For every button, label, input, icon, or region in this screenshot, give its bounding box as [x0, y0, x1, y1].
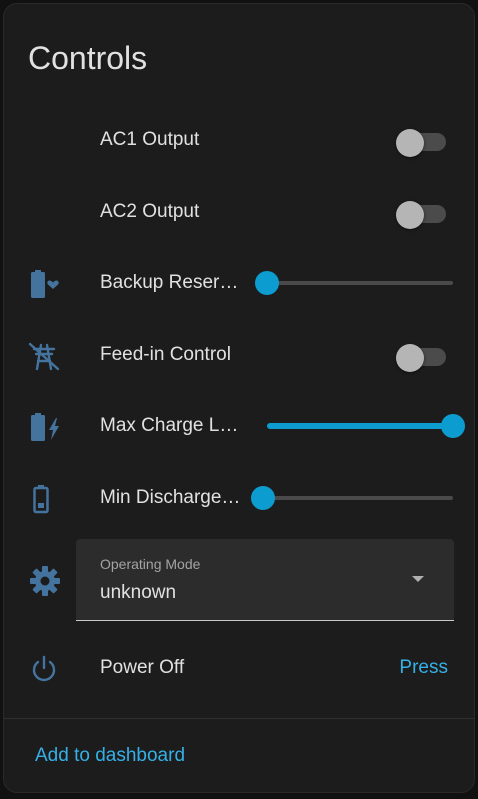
row-min-discharge-limit: Min Discharge…	[4, 474, 474, 522]
battery-heart-icon	[26, 269, 62, 299]
ac2-output-toggle[interactable]	[396, 201, 450, 229]
footer-divider	[4, 718, 474, 719]
backup-reserve-label: Backup Reser…	[100, 272, 239, 293]
row-backup-reserve: Backup Reser…	[4, 259, 474, 307]
ac1-output-label: AC1 Output	[100, 129, 200, 150]
gear-icon	[28, 564, 62, 598]
max-charge-limit-label: Max Charge L…	[100, 415, 239, 436]
ac1-output-toggle[interactable]	[396, 129, 450, 157]
row-power-off: Power Off Press	[4, 644, 474, 692]
power-off-label: Power Off	[100, 657, 185, 678]
transmission-tower-off-icon	[26, 341, 62, 371]
backup-reserve-slider[interactable]	[255, 271, 453, 295]
ac2-output-label: AC2 Output	[100, 201, 200, 222]
row-feed-in-control: Feed-in Control	[4, 331, 474, 379]
row-ac2-output: AC2 Output	[4, 188, 474, 236]
row-max-charge-limit: Max Charge L…	[4, 402, 474, 450]
feed-in-control-label: Feed-in Control	[100, 344, 231, 365]
max-charge-limit-slider-handle[interactable]	[441, 414, 465, 438]
min-discharge-limit-label: Min Discharge…	[100, 487, 241, 508]
min-discharge-limit-slider-handle[interactable]	[251, 486, 275, 510]
feed-in-control-toggle[interactable]	[396, 344, 450, 372]
battery-charging-icon	[26, 412, 62, 442]
battery-outline-icon	[26, 484, 62, 514]
power-off-press-button[interactable]: Press	[399, 657, 448, 679]
power-icon	[26, 654, 62, 684]
chevron-down-icon	[412, 576, 424, 582]
operating-mode-value: unknown	[100, 582, 177, 603]
max-charge-limit-slider[interactable]	[267, 414, 465, 438]
add-to-dashboard-button[interactable]: Add to dashboard	[35, 745, 185, 767]
card-title: Controls	[28, 40, 148, 76]
min-discharge-limit-slider[interactable]	[251, 486, 453, 510]
controls-card: Controls AC1 Output AC2 Output Backup Re…	[3, 3, 475, 793]
operating-mode-label: Operating Mode	[100, 556, 201, 572]
row-ac1-output: AC1 Output	[4, 116, 474, 164]
backup-reserve-slider-handle[interactable]	[255, 271, 279, 295]
operating-mode-select[interactable]: Operating Mode unknown	[76, 539, 454, 621]
